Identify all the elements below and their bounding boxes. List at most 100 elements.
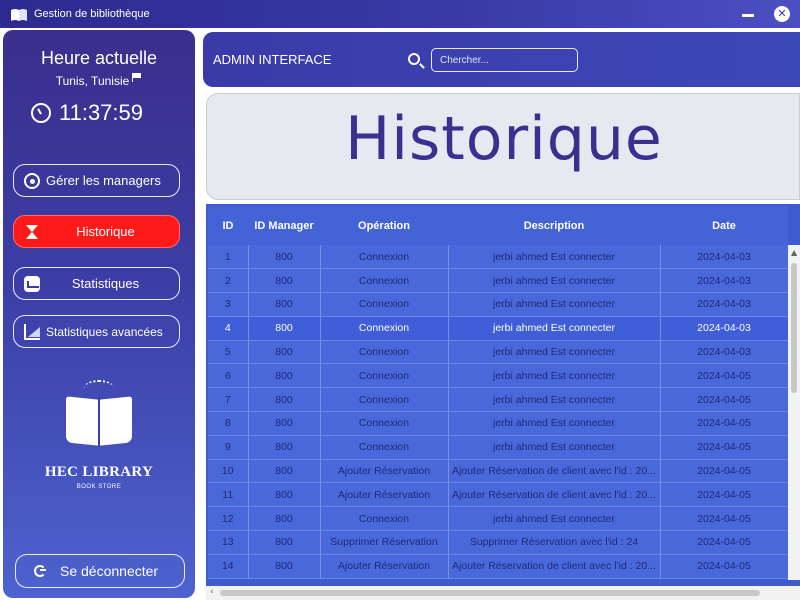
table-cell: Ajouter Réservation <box>320 459 449 484</box>
table-cell: jerbi ahmed Est connecter <box>448 245 661 270</box>
table-cell: 800 <box>248 530 321 555</box>
clock-time: 11:37:59 <box>59 100 144 125</box>
history-table-container: ID ID Manager Opération Description Date… <box>206 204 800 600</box>
table-cell: 800 <box>248 245 321 270</box>
close-button[interactable]: ✕ <box>774 6 790 22</box>
table-cell: 6 <box>208 363 249 389</box>
nav-advanced-statistics-button[interactable]: Statistiques avancées <box>13 315 180 348</box>
table-cell: 2024-04-05 <box>660 459 789 484</box>
nav-manage-managers-button[interactable]: Gérer les managers <box>13 164 180 197</box>
table-row[interactable]: 4 800 Connexion jerbi ahmed Est connecter 20… <box>208 316 789 341</box>
column-header[interactable]: Date <box>660 206 788 245</box>
table-cell: 2024-04-03 <box>660 340 789 365</box>
logout-label: Se déconnecter <box>60 563 159 579</box>
table-cell: 1 <box>208 245 249 270</box>
history-table: ID ID Manager Opération Description Date… <box>208 206 789 579</box>
heading-panel: Historique <box>206 93 800 200</box>
managers-icon <box>24 172 40 189</box>
table-cell: 2024-04-05 <box>660 435 789 460</box>
table-cell: 8 <box>208 411 249 436</box>
table-cell: 13 <box>208 530 249 555</box>
column-header[interactable]: ID Manager <box>248 206 320 245</box>
table-row[interactable]: 11 800 Ajouter Réservation Ajouter Réservat… <box>208 482 789 508</box>
nav-statistics-button[interactable]: Statistiques <box>13 267 180 300</box>
table-cell: 12 <box>208 506 249 532</box>
table-cell: 2024-04-05 <box>660 482 789 508</box>
table-cell: jerbi ahmed Est connecter <box>448 506 661 532</box>
table-row[interactable]: 2 800 Connexion jerbi ahmed Est connecter 20… <box>208 268 789 294</box>
vertical-scrollbar[interactable]: ▲ <box>788 245 800 580</box>
table-cell: Ajouter Réservation <box>320 554 449 579</box>
logout-button[interactable]: Se déconnecter <box>15 554 185 588</box>
nav-history-button[interactable]: Historique <box>13 215 180 248</box>
table-row[interactable]: 13 800 Supprimer Réservation Supprimer Rése… <box>208 530 789 555</box>
table-row[interactable]: 10 800 Ajouter Réservation Ajouter Réservat… <box>208 459 789 484</box>
table-cell: 2024-04-03 <box>660 245 789 270</box>
column-header[interactable]: Opération <box>320 206 448 245</box>
table-cell: Supprimer Réservation avec l'id : 24 <box>448 530 661 555</box>
table-cell: 2024-04-05 <box>660 363 789 389</box>
clock-icon <box>31 103 51 123</box>
horizontal-scrollbar[interactable]: ‹ <box>206 586 800 600</box>
nav-label: Statistiques avancées <box>46 324 163 339</box>
logo-name: HEC LIBRARY <box>44 464 154 480</box>
column-header[interactable]: ID <box>208 206 248 245</box>
minimize-button[interactable] <box>740 6 756 22</box>
table-row[interactable]: 12 800 Connexion jerbi ahmed Est connecter 2… <box>208 506 789 532</box>
table-cell: jerbi ahmed Est connecter <box>448 292 661 317</box>
table-row[interactable]: 1 800 Connexion jerbi ahmed Est connecter 20… <box>208 245 789 270</box>
advanced-statistics-icon <box>24 323 40 340</box>
table-cell: Connexion <box>320 316 449 341</box>
window-title: Gestion de bibliothèque <box>34 8 150 20</box>
nav-label: Historique <box>76 224 135 239</box>
statistics-icon <box>24 275 40 292</box>
table-cell: Connexion <box>320 363 449 389</box>
table-cell: jerbi ahmed Est connecter <box>448 387 661 413</box>
table-header-row: ID ID Manager Opération Description Date <box>208 206 788 245</box>
table-cell: Connexion <box>320 435 449 460</box>
table-row[interactable]: 14 800 Ajouter Réservation Ajouter Réservat… <box>208 554 789 579</box>
column-header[interactable]: Description <box>448 206 660 245</box>
table-cell: 2024-04-05 <box>660 506 789 532</box>
table-row[interactable]: 9 800 Connexion jerbi ahmed Est connecter 20… <box>208 435 789 460</box>
table-row[interactable]: 6 800 Connexion jerbi ahmed Est connecter 20… <box>208 363 789 389</box>
table-cell: Connexion <box>320 411 449 436</box>
table-cell: 5 <box>208 340 249 365</box>
search-icon[interactable] <box>408 53 420 65</box>
table-cell: Connexion <box>320 340 449 365</box>
admin-interface-label: ADMIN INTERFACE <box>213 52 332 67</box>
table-row[interactable]: 3 800 Connexion jerbi ahmed Est connecter 20… <box>208 292 789 317</box>
table-cell: 7 <box>208 387 249 413</box>
table-cell: 2024-04-05 <box>660 387 789 413</box>
table-cell: 800 <box>248 506 321 532</box>
table-cell: jerbi ahmed Est connecter <box>448 363 661 389</box>
table-cell: 3 <box>208 292 249 317</box>
table-cell: 2024-04-03 <box>660 316 789 341</box>
scroll-up-icon[interactable]: ▲ <box>791 248 797 257</box>
table-cell: 2 <box>208 268 249 294</box>
scrollbar-thumb[interactable] <box>791 263 797 393</box>
search-input[interactable] <box>431 48 578 72</box>
scroll-left-icon[interactable]: ‹ <box>210 587 214 597</box>
table-row[interactable]: 8 800 Connexion jerbi ahmed Est connecter 20… <box>208 411 789 436</box>
table-cell: 2024-04-03 <box>660 292 789 317</box>
table-cell: 10 <box>208 459 249 484</box>
open-book-icon <box>64 380 134 448</box>
book-icon <box>10 7 28 21</box>
table-cell: 2024-04-03 <box>660 268 789 294</box>
table-cell: 800 <box>248 411 321 436</box>
table-cell: 800 <box>248 340 321 365</box>
table-cell: 800 <box>248 316 321 341</box>
scrollbar-thumb[interactable] <box>220 590 760 596</box>
sidebar: Heure actuelle Tunis, Tunisie 11:37:59 G… <box>3 30 195 598</box>
table-cell: jerbi ahmed Est connecter <box>448 411 661 436</box>
table-cell: Connexion <box>320 245 449 270</box>
table-cell: 9 <box>208 435 249 460</box>
page-title: Historique <box>345 104 663 174</box>
flag-icon <box>132 73 142 82</box>
table-cell: Ajouter Réservation <box>320 482 449 508</box>
logout-icon <box>34 565 46 577</box>
table-row[interactable]: 7 800 Connexion jerbi ahmed Est connecter 20… <box>208 387 789 413</box>
window-titlebar: Gestion de bibliothèque ✕ <box>0 0 800 28</box>
table-row[interactable]: 5 800 Connexion jerbi ahmed Est connecter 20… <box>208 340 789 365</box>
